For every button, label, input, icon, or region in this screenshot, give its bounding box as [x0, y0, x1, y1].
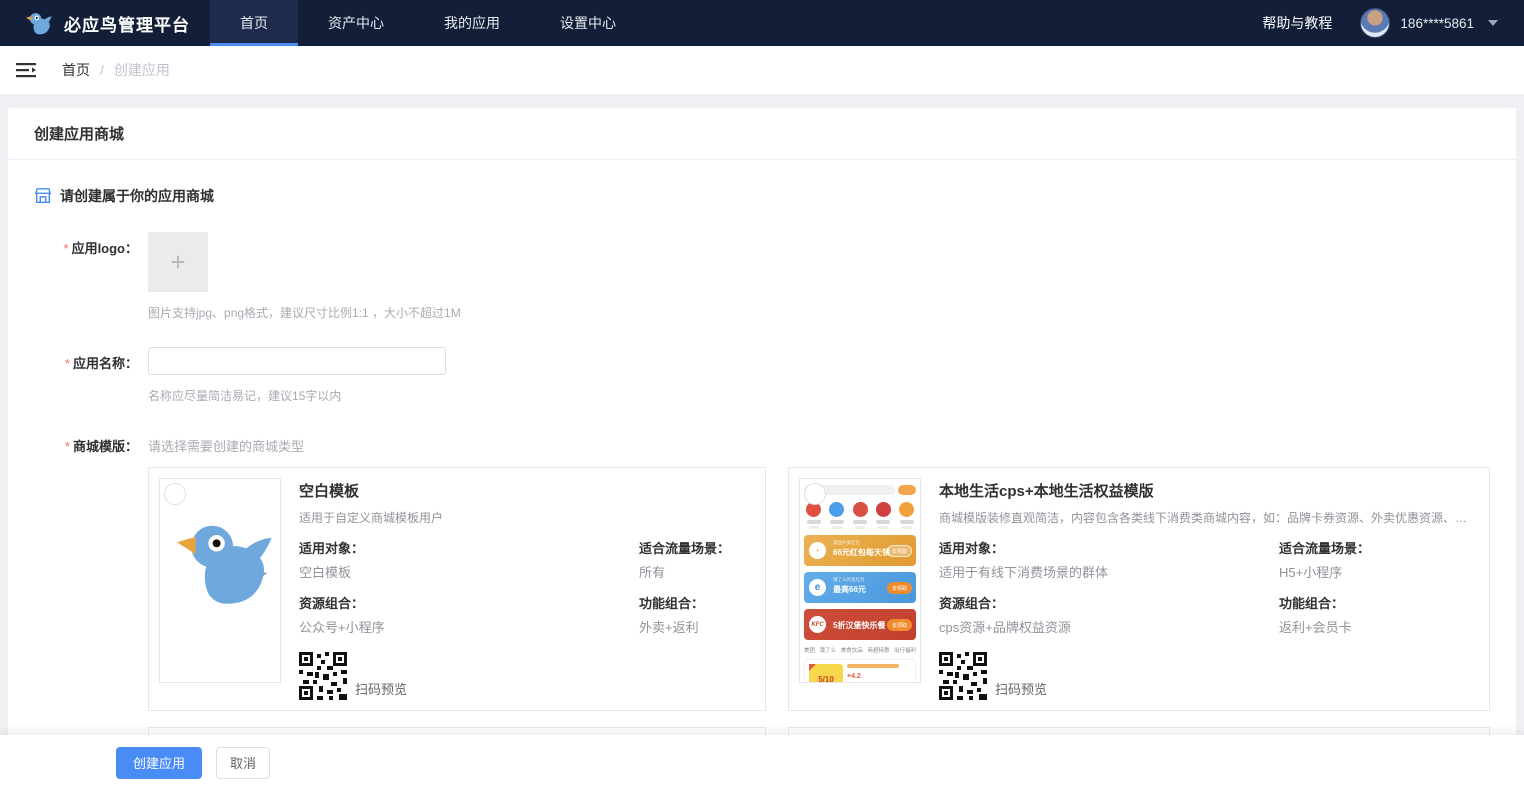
user-phone[interactable]: 186****5861: [1400, 16, 1474, 31]
page-header: 创建应用商城: [8, 108, 1516, 160]
nav-tabs: 首页 资产中心 我的应用 设置中心: [210, 0, 646, 46]
template-field: 资源组合： cps资源+品牌权益资源: [939, 593, 1279, 636]
nav-tab-assets[interactable]: 资产中心: [298, 0, 414, 46]
template-desc: 商城模版装修直观简洁，内容包含各类线下消费类商城内容，如：品牌卡券资源、外卖优惠…: [939, 509, 1479, 526]
create-app-button[interactable]: 创建应用: [116, 747, 202, 779]
name-hint: 名称应尽量简洁易记，建议15字以内: [148, 387, 1490, 404]
template-field: 功能组合： 返利+会员卡: [1279, 593, 1479, 636]
create-app-form: *应用logo： + 图片支持jpg、png格式，建议尺寸比例1:1 ，大小不超…: [8, 232, 1516, 790]
template-card-local-life[interactable]: ◖ 美团外卖红包 66元红包每天领 去领取 e 饿了么外卖红包 最高66元: [788, 467, 1490, 711]
mini-app-coupons: 5/10 +4.2: [804, 659, 916, 683]
logo-label: *应用logo：: [34, 232, 138, 321]
mini-app-tabs: 美团饿了么美食饮品商超特惠出行福利: [804, 646, 916, 654]
required-asterisk: *: [65, 439, 70, 454]
breadcrumb-bar: 首页 / 创建应用: [0, 46, 1524, 94]
template-field: 适用对象： 空白模板: [299, 538, 639, 581]
template-title: 本地生活cps+本地生活权益模版: [939, 480, 1479, 501]
banner-kfc: KFC 5折汉堡快乐餐 去领取: [804, 609, 916, 640]
qr-code: [939, 652, 987, 700]
footer-action-bar: 创建应用 取消: [0, 735, 1524, 790]
navbar-right: 帮助与教程 186****5861: [1262, 0, 1524, 46]
template-title: 空白模板: [299, 480, 755, 501]
template-field: 适合流量场景： 所有: [639, 538, 755, 581]
form-row-logo: *应用logo： + 图片支持jpg、png格式，建议尺寸比例1:1 ，大小不超…: [34, 232, 1490, 321]
banner-meituan: ◖ 美团外卖红包 66元红包每天领 去领取: [804, 535, 916, 566]
nav-tab-settings[interactable]: 设置中心: [530, 0, 646, 46]
template-hint: 请选择需要创建的商城类型: [148, 430, 1490, 455]
template-card-blank[interactable]: 空白模板 适用于自定义商城模板用户 适用对象： 空白模板 适合流量场景：: [148, 467, 766, 711]
required-asterisk: *: [64, 241, 69, 256]
radio-unchecked[interactable]: [164, 483, 186, 505]
section-header: 请创建属于你的应用商城: [8, 160, 1516, 206]
template-field: 资源组合： 公众号+小程序: [299, 593, 639, 636]
content-area: 创建应用商城 请创建属于你的应用商城 *应用logo： + 图片支持j: [0, 94, 1524, 790]
nav-tab-my-apps[interactable]: 我的应用: [414, 0, 530, 46]
breadcrumb-current: 创建应用: [114, 60, 170, 80]
page-title: 创建应用商城: [34, 123, 1490, 144]
template-field: 功能组合： 外卖+返利: [639, 593, 755, 636]
radio-unchecked[interactable]: [804, 483, 826, 505]
plus-icon: +: [170, 249, 185, 275]
banner-eleme: e 饿了么外卖红包 最高66元 去领取: [804, 572, 916, 603]
brand-name: 必应鸟管理平台: [64, 11, 190, 36]
qr-scan-label: 扫码预览: [995, 679, 1047, 700]
breadcrumb-separator: /: [100, 62, 104, 78]
shop-icon: [34, 187, 52, 205]
menu-fold-icon[interactable]: [16, 62, 36, 78]
form-row-name: *应用名称： 名称应尽量简洁易记，建议15字以内: [34, 347, 1490, 404]
bird-illustration: [166, 507, 276, 617]
bird-logo-icon: [22, 8, 54, 38]
section-title: 请创建属于你的应用商城: [60, 186, 214, 206]
required-asterisk: *: [65, 356, 70, 371]
breadcrumb-home[interactable]: 首页: [62, 60, 90, 80]
template-field: 适用对象： 适用于有线下消费场景的群体: [939, 538, 1279, 581]
top-navbar: 必应鸟管理平台 首页 资产中心 我的应用 设置中心 帮助与教程 186****5…: [0, 0, 1524, 46]
mini-app-preview: ◖ 美团外卖红包 66元红包每天领 去领取 e 饿了么外卖红包 最高66元: [800, 479, 920, 682]
template-field: 适合流量场景： H5+小程序: [1279, 538, 1479, 581]
cancel-button[interactable]: 取消: [216, 747, 270, 779]
qr-code: [299, 652, 347, 700]
avatar[interactable]: [1360, 8, 1390, 38]
breadcrumb: 首页 / 创建应用: [62, 60, 170, 80]
chevron-down-icon[interactable]: [1488, 20, 1498, 26]
template-desc: 适用于自定义商城模板用户: [299, 509, 755, 526]
help-link[interactable]: 帮助与教程: [1262, 13, 1332, 33]
qr-scan-label: 扫码预览: [355, 679, 407, 700]
create-app-card: 创建应用商城 请创建属于你的应用商城 *应用logo： + 图片支持j: [8, 108, 1516, 790]
template-thumbnail: [159, 478, 281, 683]
logo-upload-box[interactable]: +: [148, 232, 208, 292]
name-label: *应用名称：: [34, 347, 138, 404]
app-name-input[interactable]: [148, 347, 446, 375]
brand[interactable]: 必应鸟管理平台: [0, 0, 210, 46]
logo-hint: 图片支持jpg、png格式，建议尺寸比例1:1 ，大小不超过1M: [148, 304, 1490, 321]
template-thumbnail: ◖ 美团外卖红包 66元红包每天领 去领取 e 饿了么外卖红包 最高66元: [799, 478, 921, 683]
nav-tab-home[interactable]: 首页: [210, 0, 298, 46]
